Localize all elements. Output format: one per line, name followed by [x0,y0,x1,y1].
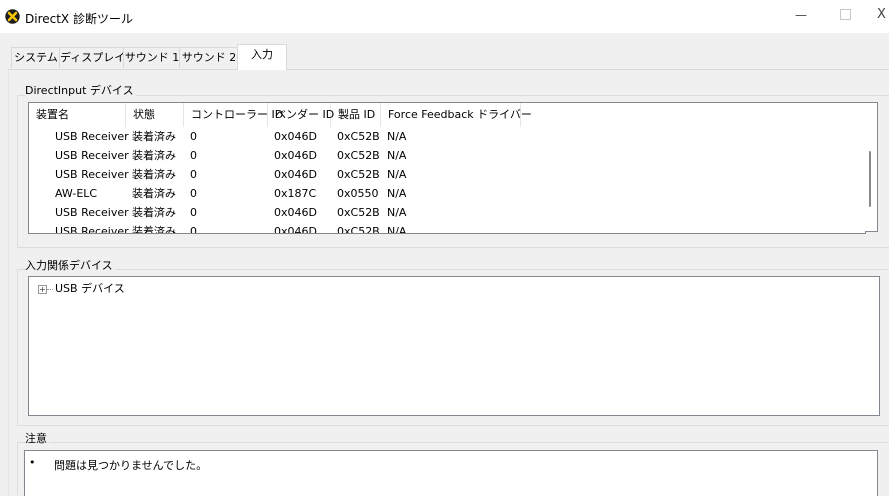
column-header-status[interactable]: 状態 [126,103,184,127]
table-row[interactable]: USB Receiver 装着済み 0 0x046D 0xC52B N/A [29,222,865,234]
cell-product-id: 0xC52B [337,168,380,181]
vertical-scrollbar[interactable] [865,102,878,232]
directinput-device-list[interactable]: 装置名 状態 コントローラー ID ベンダー ID 製品 ID Force Fe… [28,102,866,234]
list-header: 装置名 状態 コントローラー ID ベンダー ID 製品 ID Force Fe… [29,103,865,127]
tab-strip: システム ディスプレイ サウンド 1 サウンド 2 入力 [0,44,889,70]
directinput-group-label: DirectInput デバイス [25,82,136,98]
group-border-input-devices [18,269,889,270]
cell-force-feedback: N/A [387,187,407,200]
cell-controller-id: 0 [190,149,197,162]
cell-product-id: 0xC52B [337,225,380,234]
cell-device-name: USB Receiver [55,168,129,181]
tab-input[interactable]: 入力 [237,44,287,70]
group-border-input-devices-left [17,269,18,425]
table-row[interactable]: AW-ELC 装着済み 0 0x187C 0x0550 N/A [29,184,865,203]
group-border-directinput [18,95,889,96]
group-border-directinput-left [17,95,18,247]
cell-controller-id: 0 [190,168,197,181]
cell-product-id: 0xC52B [337,149,380,162]
cell-status: 装着済み [132,225,176,234]
cell-status: 装着済み [132,130,176,143]
cell-force-feedback: N/A [387,130,407,143]
table-row[interactable]: USB Receiver 装着済み 0 0x046D 0xC52B N/A [29,203,865,222]
group-border-notes [18,442,889,443]
column-header-product-id[interactable]: 製品 ID [331,103,381,127]
cell-status: 装着済み [132,206,176,219]
notes-textbox[interactable]: • 問題は見つかりませんでした。 [24,450,878,496]
cell-vendor-id: 0x046D [274,168,317,181]
tab-display[interactable]: ディスプレイ [59,47,125,68]
notes-group-label: 注意 [25,430,49,446]
cell-device-name: AW-ELC [55,187,98,200]
cell-controller-id: 0 [190,206,197,219]
cell-status: 装着済み [132,168,176,181]
maximize-button[interactable] [840,9,851,20]
cell-force-feedback: N/A [387,225,407,234]
input-devices-group-label: 入力関係デバイス [25,257,115,273]
scrollbar-thumb[interactable] [869,151,871,207]
tree-connector-line [47,289,53,290]
group-border-input-devices-bottom [17,425,889,426]
tree-expand-plus-icon[interactable]: + [38,285,47,294]
cell-vendor-id: 0x187C [274,187,317,200]
tab-sound-2[interactable]: サウンド 2 [179,47,239,68]
column-header-device-name[interactable]: 装置名 [29,103,126,127]
column-header-controller-id[interactable]: コントローラー ID [184,103,283,127]
cell-controller-id: 0 [190,187,197,200]
table-row[interactable]: USB Receiver 装着済み 0 0x046D 0xC52B N/A [29,146,865,165]
cell-device-name: USB Receiver [55,225,129,234]
cell-device-name: USB Receiver [55,130,129,143]
column-header-vendor-id[interactable]: ベンダー ID [268,103,334,127]
directx-x-icon [5,9,20,24]
group-border-notes-left [17,442,18,495]
cell-product-id: 0x0550 [337,187,379,200]
cell-status: 装着済み [132,149,176,162]
cell-controller-id: 0 [190,225,197,234]
tab-sound-1[interactable]: サウンド 1 [123,47,181,68]
cell-product-id: 0xC52B [337,206,380,219]
note-bullet: • [29,456,36,469]
cell-force-feedback: N/A [387,206,407,219]
close-button[interactable]: X [877,8,886,22]
cell-device-name: USB Receiver [55,149,129,162]
note-text: 問題は見つかりませんでした。 [54,459,208,472]
input-device-tree[interactable]: + USB デバイス [28,276,880,416]
column-header-force-feedback[interactable]: Force Feedback ドライバー [381,103,532,127]
title-bar: DirectX 診断ツール — X [0,0,889,33]
cell-product-id: 0xC52B [337,130,380,143]
group-border-directinput-bottom [17,247,889,248]
cell-vendor-id: 0x046D [274,206,317,219]
cell-vendor-id: 0x046D [274,225,317,234]
tab-system[interactable]: システム [11,47,61,68]
cell-vendor-id: 0x046D [274,130,317,143]
table-row[interactable]: USB Receiver 装着済み 0 0x046D 0xC52B N/A [29,165,865,184]
minimize-button[interactable]: — [795,8,807,22]
cell-vendor-id: 0x046D [274,149,317,162]
cell-device-name: USB Receiver [55,206,129,219]
cell-status: 装着済み [132,187,176,200]
cell-controller-id: 0 [190,130,197,143]
cell-force-feedback: N/A [387,168,407,181]
cell-force-feedback: N/A [387,149,407,162]
window-title: DirectX 診断ツール [25,12,133,26]
tree-item-label[interactable]: USB デバイス [55,280,125,296]
table-row[interactable]: USB Receiver 装着済み 0 0x046D 0xC52B N/A [29,127,865,146]
